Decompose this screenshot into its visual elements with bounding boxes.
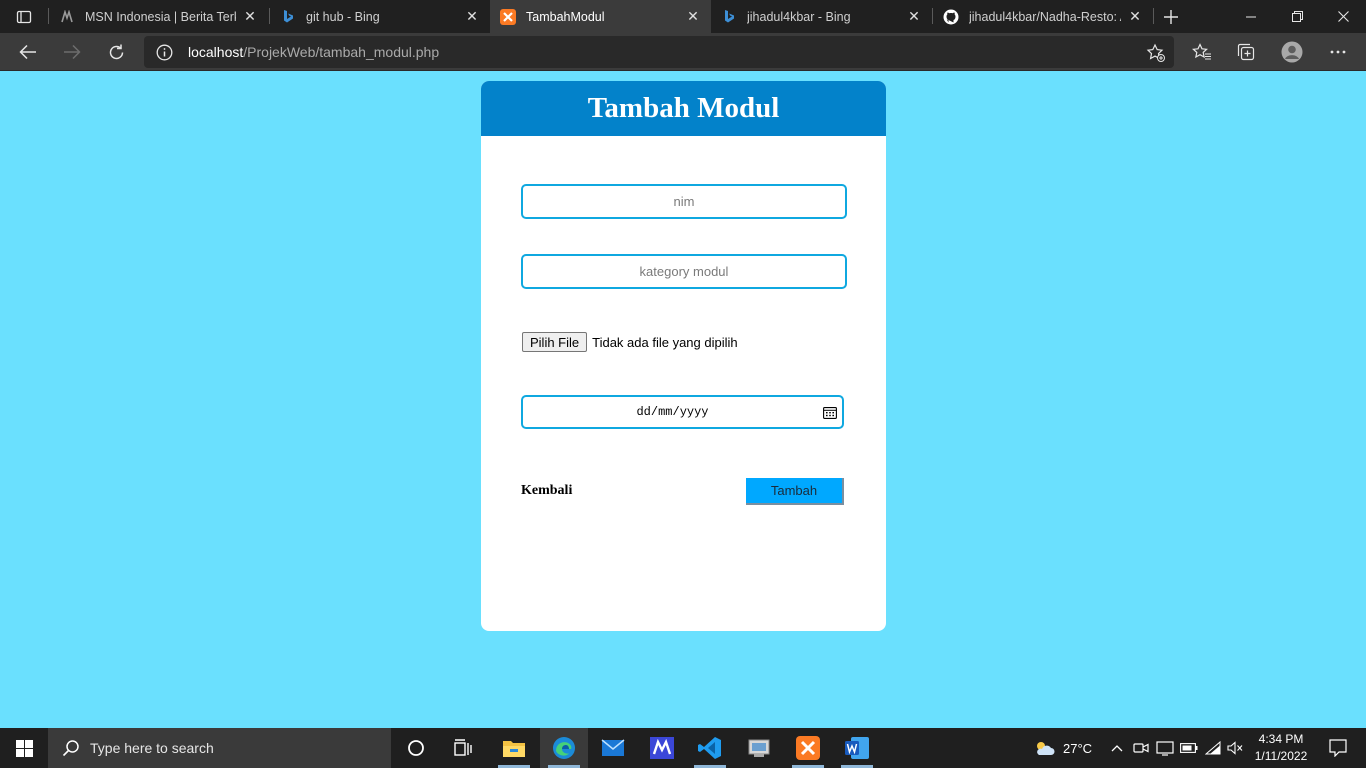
url-text: localhost/ProjekWeb/tambah_modul.php — [188, 44, 439, 60]
mail-icon[interactable] — [589, 728, 637, 768]
vscode-icon[interactable] — [686, 728, 734, 768]
url-host: localhost — [188, 44, 244, 60]
bing-icon — [721, 9, 737, 25]
xampp-icon[interactable] — [784, 728, 832, 768]
kategori-modul-input[interactable] — [521, 254, 847, 289]
clock[interactable]: 4:34 PM 1/11/2022 — [1248, 731, 1314, 765]
xampp-icon — [500, 8, 516, 25]
word-icon[interactable] — [833, 728, 881, 768]
address-bar[interactable]: localhost/ProjekWeb/tambah_modul.php — [144, 36, 1174, 68]
tab-github-repo[interactable]: jihadul4kbar/Nadha-Resto: Ap ✕ — [933, 0, 1153, 33]
edge-browser-icon[interactable] — [540, 728, 588, 768]
windows-taskbar: Type here to search 27°C 4:34 PM 1/11/20… — [0, 728, 1366, 768]
app-m-icon[interactable] — [638, 728, 686, 768]
minimize-icon[interactable] — [1228, 0, 1274, 33]
file-explorer-icon[interactable] — [490, 728, 538, 768]
back-arrow-icon[interactable] — [12, 36, 44, 68]
date-input[interactable]: dd/mm/yyyy — [521, 395, 844, 429]
weather-icon[interactable] — [1033, 739, 1055, 757]
choose-file-button[interactable]: Pilih File — [522, 332, 588, 352]
date-placeholder: dd/mm/yyyy — [636, 405, 709, 419]
new-tab-icon[interactable] — [1158, 4, 1184, 30]
clock-date: 1/11/2022 — [1254, 749, 1308, 763]
meet-now-icon[interactable] — [1132, 739, 1150, 757]
tab-msn[interactable]: MSN Indonesia | Berita Terkini ✕ — [49, 0, 268, 33]
close-icon[interactable]: ✕ — [242, 8, 258, 25]
windows-start-icon[interactable] — [0, 728, 48, 768]
tab-tambahmodul[interactable]: TambahModul ✕ — [490, 0, 711, 33]
refresh-icon[interactable] — [100, 36, 132, 68]
close-icon[interactable]: ✕ — [464, 8, 480, 25]
clock-time: 4:34 PM — [1258, 732, 1304, 746]
nim-input[interactable] — [521, 184, 847, 219]
bing-icon — [280, 9, 296, 25]
tab-git-hub-bing[interactable]: git hub - Bing ✕ — [270, 0, 490, 33]
tab-actions-icon[interactable] — [8, 4, 40, 30]
close-icon[interactable]: ✕ — [906, 8, 922, 25]
search-placeholder: Type here to search — [90, 740, 214, 756]
close-icon[interactable]: ✕ — [685, 8, 701, 25]
tab-title: jihadul4kbar - Bing — [747, 9, 851, 24]
tambah-button[interactable]: Tambah — [746, 478, 844, 505]
control-panel-icon[interactable] — [735, 728, 783, 768]
tab-title: jihadul4kbar/Nadha-Resto: Ap — [969, 9, 1121, 24]
search-icon — [62, 739, 80, 757]
cortana-icon[interactable] — [392, 728, 440, 768]
info-icon[interactable] — [156, 44, 173, 61]
tambah-modul-card: Tambah Modul Pilih File Tidak ada file y… — [481, 81, 886, 631]
card-header: Tambah Modul — [481, 81, 886, 136]
task-view-icon[interactable] — [440, 728, 488, 768]
close-icon[interactable]: ✕ — [1127, 8, 1143, 25]
url-path: /ProjekWeb/tambah_modul.php — [243, 44, 440, 60]
tab-jihadul4kbar-bing[interactable]: jihadul4kbar - Bing ✕ — [711, 0, 932, 33]
github-icon — [943, 9, 959, 25]
tab-separator — [1153, 8, 1154, 24]
file-upload: Pilih File Tidak ada file yang dipilih — [522, 331, 738, 353]
more-options-icon[interactable] — [1323, 38, 1353, 66]
tab-title: MSN Indonesia | Berita Terkini — [85, 9, 236, 24]
add-favorite-icon[interactable] — [1146, 43, 1166, 63]
page-title: Tambah Modul — [587, 92, 780, 124]
tab-title: git hub - Bing — [306, 9, 380, 24]
tab-title: TambahModul — [526, 9, 605, 24]
kembali-link[interactable]: Kembali — [521, 483, 572, 499]
msn-icon — [59, 9, 75, 25]
profile-avatar-icon[interactable] — [1277, 38, 1307, 66]
battery-icon[interactable] — [1180, 739, 1198, 757]
calendar-icon[interactable] — [823, 406, 837, 419]
browser-tab-strip: MSN Indonesia | Berita Terkini ✕ git hub… — [0, 0, 1366, 33]
taskbar-search[interactable]: Type here to search — [48, 728, 391, 768]
file-status-text: Tidak ada file yang dipilih — [592, 334, 738, 350]
chevron-up-icon[interactable] — [1108, 739, 1126, 757]
restore-icon[interactable] — [1274, 0, 1320, 33]
temperature-text: 27°C — [1063, 740, 1093, 756]
favorites-icon[interactable] — [1187, 38, 1217, 66]
volume-muted-icon[interactable] — [1226, 739, 1244, 757]
wifi-icon[interactable] — [1204, 739, 1222, 757]
display-icon[interactable] — [1156, 739, 1174, 757]
forward-arrow-icon[interactable] — [56, 36, 88, 68]
browser-toolbar: localhost/ProjekWeb/tambah_modul.php — [0, 33, 1366, 71]
notification-icon[interactable] — [1320, 728, 1356, 768]
close-window-icon[interactable] — [1320, 0, 1366, 33]
collections-icon[interactable] — [1231, 38, 1261, 66]
